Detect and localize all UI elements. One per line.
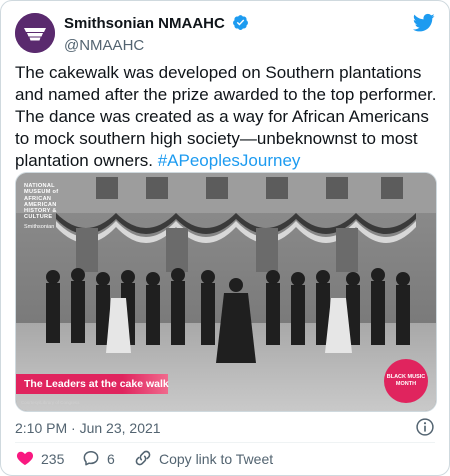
tweet-text-line: The dance was created as a way for Afric…	[15, 107, 429, 126]
photo-caption: The Leaders at the cake walk	[24, 378, 169, 390]
tweet-text-line: and named after the prize awarded to the…	[15, 85, 437, 104]
separator: ·	[71, 420, 76, 436]
museum-logo-line: CULTURE	[24, 214, 53, 221]
replies-count: 6	[107, 451, 115, 467]
twitter-bird-icon[interactable]	[412, 13, 435, 38]
copy-link-label: Copy link to Tweet	[159, 451, 274, 467]
verified-badge-icon	[232, 14, 249, 36]
hashtag-link[interactable]: #APeoplesJourney	[158, 151, 301, 170]
tweet-photo[interactable]: NATIONAL MUSEUM of AFRICAN AMERICAN HIST…	[15, 172, 437, 412]
photo-caption-bar: The Leaders at the cake walk	[16, 374, 169, 394]
badge-line: BLACK MUSIC	[386, 374, 426, 380]
display-name[interactable]: Smithsonian NMAAHC	[64, 15, 225, 33]
tweet-timestamp[interactable]: 2:10 PM · Jun 23, 2021	[15, 419, 161, 437]
museum-logo: NATIONAL MUSEUM of AFRICAN AMERICAN HIST…	[24, 183, 66, 230]
user-names: Smithsonian NMAAHC @NMAAHC	[64, 14, 249, 56]
heart-icon	[15, 448, 41, 471]
tweet-card[interactable]: Smithsonian NMAAHC @NMAAHC The cakewalk …	[0, 0, 450, 476]
copy-link-button[interactable]: Copy link to Tweet	[133, 448, 273, 470]
tweet-header: Smithsonian NMAAHC @NMAAHC	[15, 11, 435, 55]
link-icon	[133, 448, 159, 471]
black-music-month-badge: BLACK MUSIC MONTH	[384, 359, 428, 403]
info-icon[interactable]	[415, 417, 435, 442]
user-handle[interactable]: @NMAAHC	[64, 36, 249, 56]
badge-line: MONTH	[395, 381, 417, 387]
tweet-date: Jun 23, 2021	[79, 420, 161, 436]
like-button[interactable]: 235	[15, 448, 64, 470]
likes-count: 235	[41, 451, 65, 467]
tweet-text-line: plantation owners.	[15, 151, 158, 170]
tweet-text: The cakewalk was developed on Southern p…	[15, 62, 439, 172]
photo-credit: Courtesy/Library of Congress	[21, 400, 80, 405]
nmaahc-building-logo-icon	[15, 13, 55, 53]
reply-bubble-icon	[81, 448, 107, 471]
tweet-time: 2:10 PM	[15, 420, 68, 436]
tweet-text-line: to mock southern high society—unbeknowns…	[15, 129, 418, 148]
divider	[15, 442, 435, 443]
avatar[interactable]	[15, 13, 55, 53]
reply-button[interactable]: 6	[81, 448, 115, 470]
tweet-text-line: The cakewalk was developed on Southern p…	[15, 63, 422, 82]
smithsonian-label: Smithsonian	[24, 223, 55, 230]
